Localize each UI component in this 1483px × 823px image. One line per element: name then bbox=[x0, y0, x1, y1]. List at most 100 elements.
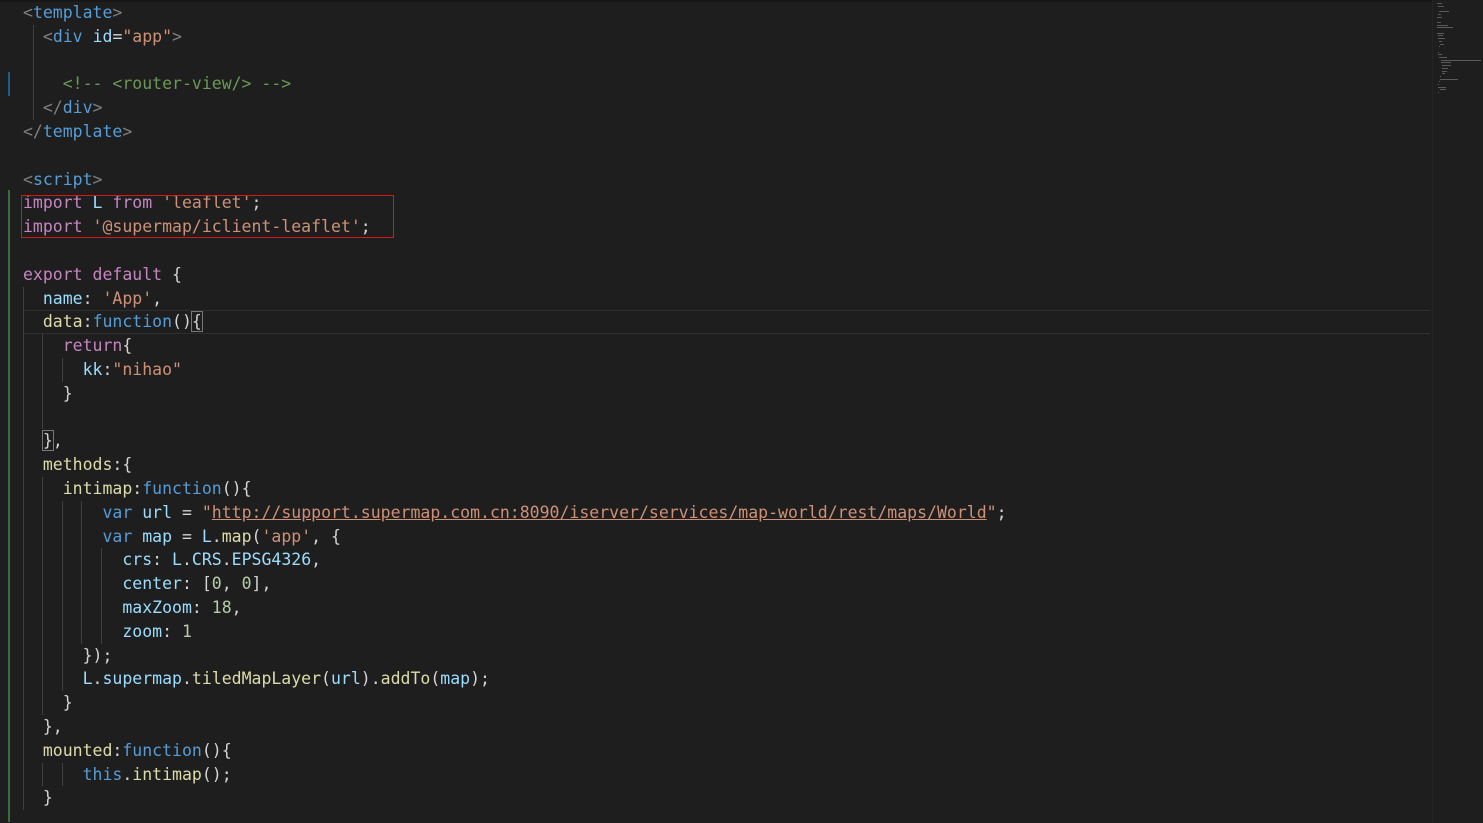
code-token: template bbox=[32, 3, 113, 22]
minimap-line bbox=[1437, 35, 1444, 37]
code-line[interactable]: zoom: 1 bbox=[0, 619, 1430, 644]
code-token: : bbox=[132, 478, 143, 498]
code-line[interactable]: maxZoom: 18, bbox=[0, 595, 1430, 620]
code-line[interactable] bbox=[0, 48, 1430, 73]
code-line[interactable]: name: 'App', bbox=[0, 286, 1430, 311]
code-line[interactable]: var url = "http://support.supermap.com.c… bbox=[0, 500, 1430, 525]
code-line[interactable]: crs: L.CRS.EPSG4326, bbox=[0, 548, 1430, 573]
code-line[interactable]: kk:"nihao" bbox=[0, 357, 1430, 382]
code-line[interactable]: }, bbox=[0, 714, 1430, 739]
code-token: export bbox=[23, 264, 83, 284]
code-line[interactable]: export default { bbox=[0, 263, 1430, 287]
code-token: </ bbox=[23, 121, 43, 141]
code-token: url bbox=[142, 502, 173, 522]
minimap-line bbox=[1437, 21, 1441, 23]
minimap-line bbox=[1441, 70, 1447, 72]
minimap-line bbox=[1439, 78, 1459, 80]
code-line[interactable]: this.intimap(); bbox=[0, 762, 1430, 787]
code-token: : bbox=[191, 597, 212, 617]
code-line[interactable]: <template> bbox=[0, 1, 1430, 25]
code-token: mounted bbox=[42, 740, 113, 760]
code-token: 'app' bbox=[261, 526, 312, 546]
code-token: , bbox=[311, 550, 322, 570]
code-line[interactable]: <!-- <router-view/> --> bbox=[0, 72, 1430, 97]
code-line[interactable]: L.supermap.tiledMapLayer(url).addTo(map)… bbox=[0, 667, 1430, 692]
code-line[interactable]: methods:{ bbox=[0, 453, 1430, 477]
code-line[interactable] bbox=[0, 239, 1430, 263]
code-token: (); bbox=[201, 764, 232, 784]
code-line[interactable]: var map = L.map('app', { bbox=[0, 524, 1430, 549]
code-line[interactable]: <script> bbox=[0, 168, 1430, 192]
code-token: : bbox=[152, 550, 173, 570]
code-line[interactable]: intimap:function(){ bbox=[0, 476, 1430, 501]
current-line-highlight bbox=[23, 310, 1430, 335]
code-token: name bbox=[42, 288, 83, 308]
code-token: < bbox=[42, 26, 53, 46]
minimap-line bbox=[1437, 16, 1442, 18]
code-token: this bbox=[82, 764, 123, 784]
code-token: . bbox=[211, 526, 222, 546]
minimap-line bbox=[1437, 27, 1453, 29]
code-line[interactable]: return{ bbox=[0, 334, 1430, 358]
code-token: data bbox=[42, 312, 83, 332]
code-line[interactable]: </div> bbox=[0, 96, 1430, 120]
code-token: } bbox=[23, 383, 73, 403]
code-token: : bbox=[162, 621, 182, 641]
minimap[interactable] bbox=[1432, 0, 1483, 823]
code-token: default bbox=[92, 264, 163, 284]
code-token: . bbox=[122, 764, 133, 784]
code-token: = bbox=[172, 502, 202, 522]
code-token: ; bbox=[996, 502, 1007, 522]
code-token: kk bbox=[82, 359, 103, 379]
code-token: > bbox=[122, 121, 133, 141]
code-line[interactable] bbox=[0, 405, 1430, 430]
code-line[interactable]: } bbox=[0, 786, 1430, 811]
code-line[interactable] bbox=[0, 144, 1430, 168]
code-token: return bbox=[62, 336, 123, 356]
code-line[interactable]: } bbox=[0, 691, 1430, 715]
code-token: <!-- <router-view/> --> bbox=[62, 74, 292, 94]
code-token: methods bbox=[42, 455, 113, 475]
minimap-line bbox=[1439, 43, 1445, 45]
code-line[interactable]: mounted:function(){ bbox=[0, 738, 1430, 763]
code-line[interactable]: </template> bbox=[0, 120, 1430, 144]
annotation-highlight-box bbox=[21, 195, 394, 238]
code-token: function bbox=[92, 312, 173, 332]
code-token: center bbox=[122, 574, 182, 594]
code-token: ( bbox=[251, 526, 262, 546]
code-token: 1 bbox=[181, 621, 192, 641]
code-token: http://support.supermap.com.cn:8090/iser… bbox=[211, 502, 987, 522]
code-line[interactable]: data:function(){ bbox=[0, 310, 1430, 335]
code-token: > bbox=[92, 169, 103, 189]
code-editor[interactable]: <template> <div id="app"> <!-- <router-v… bbox=[0, 0, 1483, 823]
code-token: < bbox=[23, 169, 33, 189]
code-token: addTo bbox=[380, 669, 431, 689]
code-line[interactable]: }, bbox=[0, 429, 1430, 454]
code-line[interactable]: }); bbox=[0, 643, 1430, 668]
minimap-line bbox=[1438, 40, 1442, 42]
indent-guide bbox=[32, 48, 34, 73]
code-token: intimap bbox=[62, 478, 133, 498]
code-token: template bbox=[42, 121, 123, 141]
code-token: url bbox=[330, 669, 361, 689]
code-line[interactable]: } bbox=[0, 381, 1430, 406]
code-lines[interactable]: <template> <div id="app"> <!-- <router-v… bbox=[0, 1, 1430, 811]
code-line[interactable]: <div id="app"> bbox=[0, 24, 1430, 49]
minimap-line bbox=[1438, 11, 1450, 13]
code-line[interactable]: center: [0, 0], bbox=[0, 572, 1430, 596]
